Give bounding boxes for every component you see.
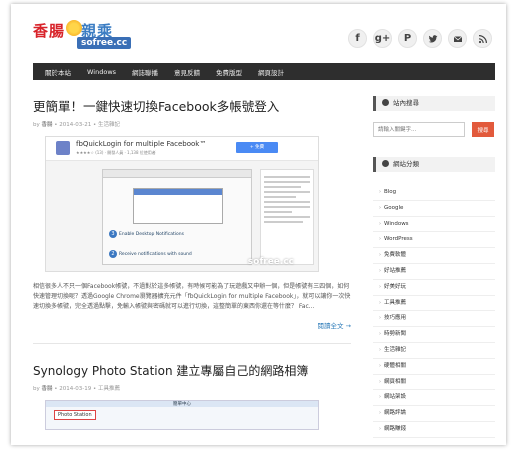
photo-station-tab: Photo Station (54, 410, 96, 420)
twitter-icon[interactable] (423, 29, 442, 48)
post-author[interactable]: 香腸 (42, 386, 53, 392)
post-excerpt: 相信很多人不只一個Facebook帳號，不過對於這多帳號，有時候可能為了玩遊戲又… (33, 283, 351, 310)
post-meta: by 香腸 • 2014-03-21 • 生活雜記 (33, 122, 120, 128)
site-header: 香腸 親乘 sofree.cc f g+ P (11, 4, 506, 62)
post-2: Synology Photo Station 建立專屬自己的網路相簿 by 香腸… (33, 362, 353, 430)
plurk-icon[interactable]: P (398, 29, 417, 48)
category-widget-title: 網站分類 (373, 157, 495, 172)
extension-title: fbQuickLogin for multiple Facebook™ (76, 140, 207, 148)
extension-screenshot: 3 Enable Desktop Notifications 2 Receive n… (102, 169, 252, 265)
category-item[interactable]: › Blog (373, 185, 495, 201)
category-item[interactable]: › 硬體相關 (373, 359, 495, 375)
nav-item-free-themes[interactable]: 免費版型 (208, 67, 250, 77)
facebook-icon[interactable]: f (348, 29, 367, 48)
extension-header: fbQuickLogin for multiple Facebook™ ★★★★… (46, 137, 318, 161)
post-title[interactable]: Synology Photo Station 建立專屬自己的網路相簿 (33, 362, 353, 379)
step-2: 2 Receive notifications with sound (109, 250, 192, 258)
category-item[interactable]: › 好美好玩 (373, 280, 495, 296)
rss-icon[interactable] (473, 29, 492, 48)
category-item[interactable]: › 工具推薦 (373, 296, 495, 312)
sidebar: 站內搜尋 搜尋 網站分類 ›Blog ›Google ›Windows ›Wor… (373, 96, 495, 438)
search-button[interactable]: 搜尋 (472, 122, 494, 137)
category-item[interactable]: › 網頁相關 (373, 375, 495, 391)
post-meta: by 香腸 • 2014-03-19 • 工具推薦 (33, 386, 120, 392)
category-item[interactable]: › 時勢新聞 (373, 327, 495, 343)
logo-domain: sofree.cc (77, 37, 132, 49)
folder-icon (382, 160, 389, 167)
post-1: 更簡單！一鍵快速切換Facebook多帳號登入 by 香腸 • 2014-03-… (33, 96, 353, 344)
search-widget-title: 站內搜尋 (373, 96, 495, 111)
email-icon[interactable] (448, 29, 467, 48)
category-item[interactable]: › 好站推薦 (373, 264, 495, 280)
logo-sun-icon (66, 20, 82, 36)
post-list: 更簡單！一鍵快速切換Facebook多帳號登入 by 香腸 • 2014-03-… (33, 96, 353, 430)
site-logo[interactable]: 香腸 親乘 sofree.cc (33, 20, 143, 54)
nav-item-web-design[interactable]: 網頁設計 (250, 67, 292, 77)
extension-install-button: + 免費 (236, 142, 278, 153)
nav-item-about[interactable]: 關於本站 (37, 67, 79, 77)
google-plus-icon[interactable]: g+ (373, 29, 392, 48)
category-item[interactable]: › 網路評論 (373, 406, 495, 422)
category-item[interactable]: › 免費軟體 (373, 248, 495, 264)
category-item[interactable]: › 生活雜記 (373, 343, 495, 359)
extension-rating: ★★★★☆ (13) · 開發人員 · 1,138 位使用者 (76, 150, 156, 155)
nav-item-feedback[interactable]: 意見反饋 (166, 67, 208, 77)
extension-description (260, 169, 314, 265)
thumb-header-text: 簡單中心 (173, 402, 191, 407)
post-title[interactable]: 更簡單！一鍵快速切換Facebook多帳號登入 (33, 96, 353, 115)
notification-dialog (133, 188, 223, 224)
search-icon (382, 99, 389, 106)
browser-page: 香腸 親乘 sofree.cc f g+ P 關於本站 Windows 網誌聯播 … (11, 4, 506, 445)
category-item[interactable]: › 網站架設 (373, 390, 495, 407)
category-list: › Blog › Google › Windows › WordPress › 免費軟體 … (373, 185, 495, 438)
nav-item-blog-feed[interactable]: 網誌聯播 (124, 67, 166, 77)
search-form: 搜尋 (373, 122, 495, 137)
extension-icon (56, 141, 70, 155)
category-item[interactable]: › Google (373, 201, 495, 217)
social-links: f g+ P (348, 29, 492, 48)
search-input[interactable] (373, 122, 465, 137)
post-thumbnail[interactable]: fbQuickLogin for multiple Facebook™ ★★★★… (45, 136, 319, 272)
category-item[interactable]: › Windows (373, 217, 495, 233)
post-author[interactable]: 香腸 (42, 122, 53, 128)
read-more-link[interactable]: 閱讀全文 → (33, 320, 351, 330)
category-item[interactable]: › WordPress (373, 232, 495, 249)
post-divider (33, 343, 351, 344)
category-item[interactable]: › 網路賺錢 (373, 422, 495, 438)
post-thumbnail[interactable]: 簡單中心 Photo Station (45, 400, 319, 430)
step-3: 3 Enable Desktop Notifications (109, 230, 184, 238)
watermark: sofree.cc (247, 257, 294, 267)
nav-item-windows[interactable]: Windows (79, 68, 124, 76)
main-nav: 關於本站 Windows 網誌聯播 意見反饋 免費版型 網頁設計 (33, 63, 495, 80)
category-item[interactable]: › 技巧應用 (373, 311, 495, 328)
